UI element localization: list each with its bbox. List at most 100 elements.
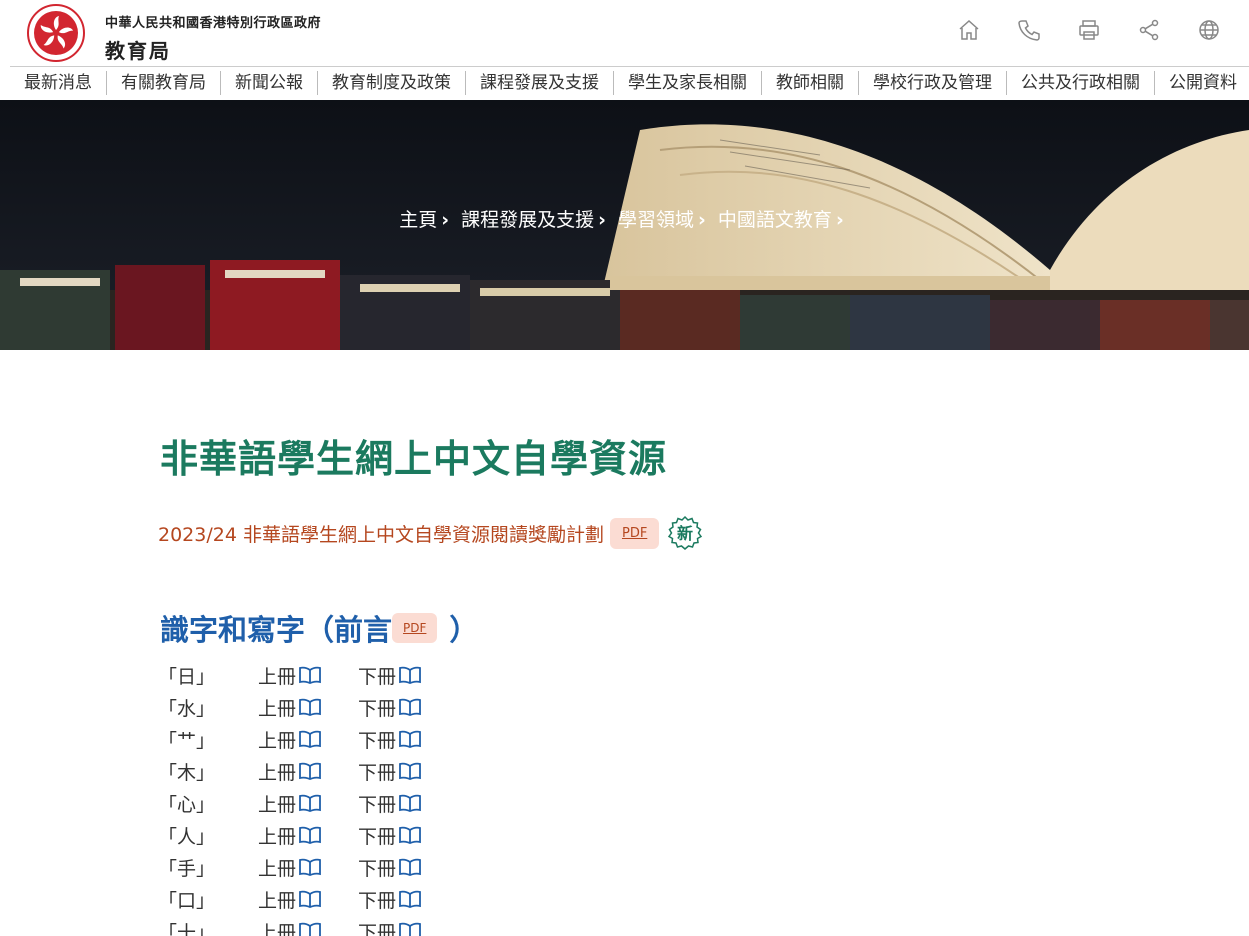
upper-volume-label: 上冊	[258, 729, 297, 752]
upper-volume-link[interactable]: 上冊	[258, 790, 358, 817]
nav-item-curriculum[interactable]: 課程發展及支援	[466, 71, 614, 95]
nav-item-education-system[interactable]: 教育制度及政策	[318, 71, 466, 95]
home-button[interactable]	[957, 18, 981, 42]
character-label: 「水」	[158, 697, 216, 720]
upper-volume-label: 上冊	[258, 889, 297, 912]
contact-button[interactable]	[1017, 18, 1041, 42]
nav-item-public-admin[interactable]: 公共及行政相關	[1007, 71, 1155, 95]
upper-volume-link[interactable]: 上冊	[258, 758, 358, 785]
section-title: 識字和寫字（前言 PDF ）	[160, 607, 478, 649]
print-icon	[1079, 20, 1099, 40]
breadcrumb-chinese-edu[interactable]: 中國語文教育	[718, 209, 832, 231]
lower-volume-label: 下冊	[358, 729, 397, 752]
globe-icon	[1199, 20, 1219, 40]
character-label: 「口」	[158, 889, 216, 912]
character-label: 「木」	[158, 761, 216, 784]
open-book-icon	[299, 794, 321, 812]
character-label: 「心」	[158, 793, 216, 816]
list-item: 「手」 上冊 下冊	[158, 851, 458, 883]
share-button[interactable]	[1137, 18, 1161, 42]
open-book-icon	[399, 730, 421, 748]
upper-volume-link[interactable]: 上冊	[258, 694, 358, 721]
site-header: 中華人民共和國香港特別行政區政府 教育局	[0, 0, 1249, 66]
nav-item-students-parents[interactable]: 學生及家長相關	[614, 71, 762, 95]
lower-volume-label: 下冊	[358, 697, 397, 720]
lower-volume-link[interactable]: 下冊	[358, 854, 458, 881]
hksar-emblem-logo[interactable]	[25, 4, 87, 62]
lower-volume-link[interactable]: 下冊	[358, 758, 458, 785]
home-icon	[959, 19, 979, 40]
nav-item-press-releases[interactable]: 新聞公報	[221, 71, 318, 95]
list-item: 「心」 上冊 下冊	[158, 787, 458, 819]
list-item: 「口」 上冊 下冊	[158, 883, 458, 915]
lower-volume-link[interactable]: 下冊	[358, 662, 458, 689]
character-label: 「艹」	[158, 729, 216, 752]
lower-volume-link[interactable]: 下冊	[358, 790, 458, 817]
open-book-icon	[299, 698, 321, 716]
upper-volume-link[interactable]: 上冊	[258, 854, 358, 881]
upper-volume-link[interactable]: 上冊	[258, 886, 358, 913]
character-list: 「日」 上冊 下冊 「水」 上冊 下冊 「艹」 上冊 下冊 「木」 上冊 下冊 …	[158, 659, 458, 936]
new-badge-icon: 新	[668, 515, 703, 550]
print-button[interactable]	[1077, 18, 1101, 42]
promo-line: 2023/24 非華語學生網上中文自學資源閱讀獎勵計劃 PDF 新	[158, 513, 705, 553]
breadcrumb-kla[interactable]: 學習領域	[618, 209, 694, 231]
lower-volume-label: 下冊	[358, 793, 397, 816]
upper-volume-label: 上冊	[258, 857, 297, 880]
upper-volume-label: 上冊	[258, 761, 297, 784]
lower-volume-link[interactable]: 下冊	[358, 886, 458, 913]
upper-volume-link[interactable]: 上冊	[258, 918, 358, 936]
open-book-icon	[399, 666, 421, 684]
list-item: 「木」 上冊 下冊	[158, 755, 458, 787]
org-name: 中華人民共和國香港特別行政區政府 教育局	[105, 12, 321, 64]
reading-award-pdf-link[interactable]: PDF	[609, 517, 660, 549]
open-book-icon	[399, 826, 421, 844]
breadcrumb-curriculum[interactable]: 課程發展及支援	[461, 209, 594, 231]
open-book-icon	[399, 922, 421, 936]
breadcrumb: 主頁 › 課程發展及支援 › 學習領域 › 中國語文教育 ›	[0, 205, 1249, 232]
open-book-icon	[399, 858, 421, 876]
upper-volume-link[interactable]: 上冊	[258, 726, 358, 753]
lower-volume-label: 下冊	[358, 921, 397, 936]
upper-volume-label: 上冊	[258, 665, 297, 688]
upper-volume-link[interactable]: 上冊	[258, 822, 358, 849]
section-title-text: 識字和寫字（前言	[160, 613, 393, 647]
new-badge-label: 新	[677, 524, 693, 543]
nav-item-about-edb[interactable]: 有關教育局	[107, 71, 221, 95]
open-book-icon	[299, 858, 321, 876]
upper-volume-link[interactable]: 上冊	[258, 662, 358, 689]
lower-volume-label: 下冊	[358, 857, 397, 880]
lower-volume-link[interactable]: 下冊	[358, 694, 458, 721]
reading-award-link[interactable]: 2023/24 非華語學生網上中文自學資源閱讀獎勵計劃	[158, 520, 604, 547]
lower-volume-label: 下冊	[358, 825, 397, 848]
open-book-icon	[299, 826, 321, 844]
breadcrumb-separator: ›	[698, 209, 706, 231]
list-item: 「水」 上冊 下冊	[158, 691, 458, 723]
character-label: 「人」	[158, 825, 216, 848]
header-tools	[957, 18, 1221, 42]
nav-item-school-admin[interactable]: 學校行政及管理	[859, 71, 1007, 95]
section-title-close: ）	[449, 613, 479, 647]
open-book-icon	[299, 730, 321, 748]
open-book-icon	[299, 890, 321, 908]
lower-volume-link[interactable]: 下冊	[358, 726, 458, 753]
open-book-icon	[299, 922, 321, 936]
page-title: 非華語學生網上中文自學資源	[160, 437, 668, 481]
list-item: 「日」 上冊 下冊	[158, 659, 458, 691]
open-book-icon	[399, 890, 421, 908]
open-book-icon	[299, 666, 321, 684]
nav-item-public-info[interactable]: 公開資料	[1155, 71, 1249, 95]
lower-volume-link[interactable]: 下冊	[358, 822, 458, 849]
breadcrumb-home[interactable]: 主頁	[399, 209, 437, 231]
breadcrumb-separator: ›	[441, 209, 450, 231]
language-button[interactable]	[1197, 18, 1221, 42]
main-nav: 最新消息 有關教育局 新聞公報 教育制度及政策 課程發展及支援 學生及家長相關 …	[10, 66, 1249, 99]
preface-pdf-link[interactable]: PDF	[392, 613, 438, 643]
character-label: 「手」	[158, 857, 216, 880]
nav-item-latest-news[interactable]: 最新消息	[10, 71, 107, 95]
nav-item-teachers[interactable]: 教師相關	[762, 71, 859, 95]
lower-volume-link[interactable]: 下冊	[358, 918, 458, 936]
list-item: 「十」 上冊 下冊	[158, 915, 458, 936]
breadcrumb-separator: ›	[835, 209, 844, 231]
phone-icon	[1018, 20, 1040, 41]
